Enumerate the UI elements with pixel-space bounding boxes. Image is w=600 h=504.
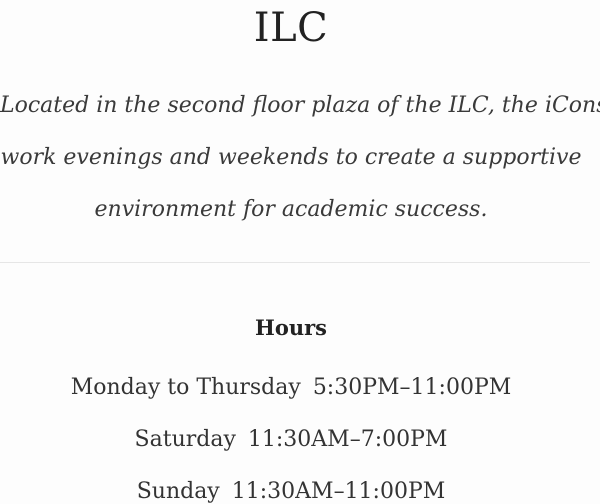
- hours-time: 11:30AM–11:00PM: [231, 479, 446, 504]
- description-line: environment for academic success.: [94, 197, 488, 222]
- hours-day: Sunday: [136, 479, 220, 504]
- location-description: Located in the second floor plaza of the…: [0, 80, 600, 236]
- section-divider: [0, 262, 590, 263]
- hours-day: Saturday: [134, 427, 236, 452]
- description-line: work evenings and weekends to create a s…: [0, 145, 582, 170]
- hours-day: Monday to Thursday: [70, 375, 301, 400]
- description-line: Located in the second floor plaza of the…: [0, 93, 600, 118]
- hours-list: Monday to Thursday 5:30PM–11:00PM Saturda…: [0, 362, 582, 504]
- hours-row: Sunday 11:30AM–11:00PM: [0, 466, 582, 504]
- hours-row: Saturday 11:30AM–7:00PM: [0, 414, 582, 466]
- hours-time: 11:30AM–7:00PM: [247, 427, 448, 452]
- hours-heading: Hours: [254, 315, 327, 340]
- hours-row: Monday to Thursday 5:30PM–11:00PM: [0, 362, 582, 414]
- location-page: ILC Located in the second floor plaza of…: [0, 0, 600, 504]
- location-title: ILC: [253, 5, 329, 51]
- hours-time: 5:30PM–11:00PM: [312, 375, 512, 400]
